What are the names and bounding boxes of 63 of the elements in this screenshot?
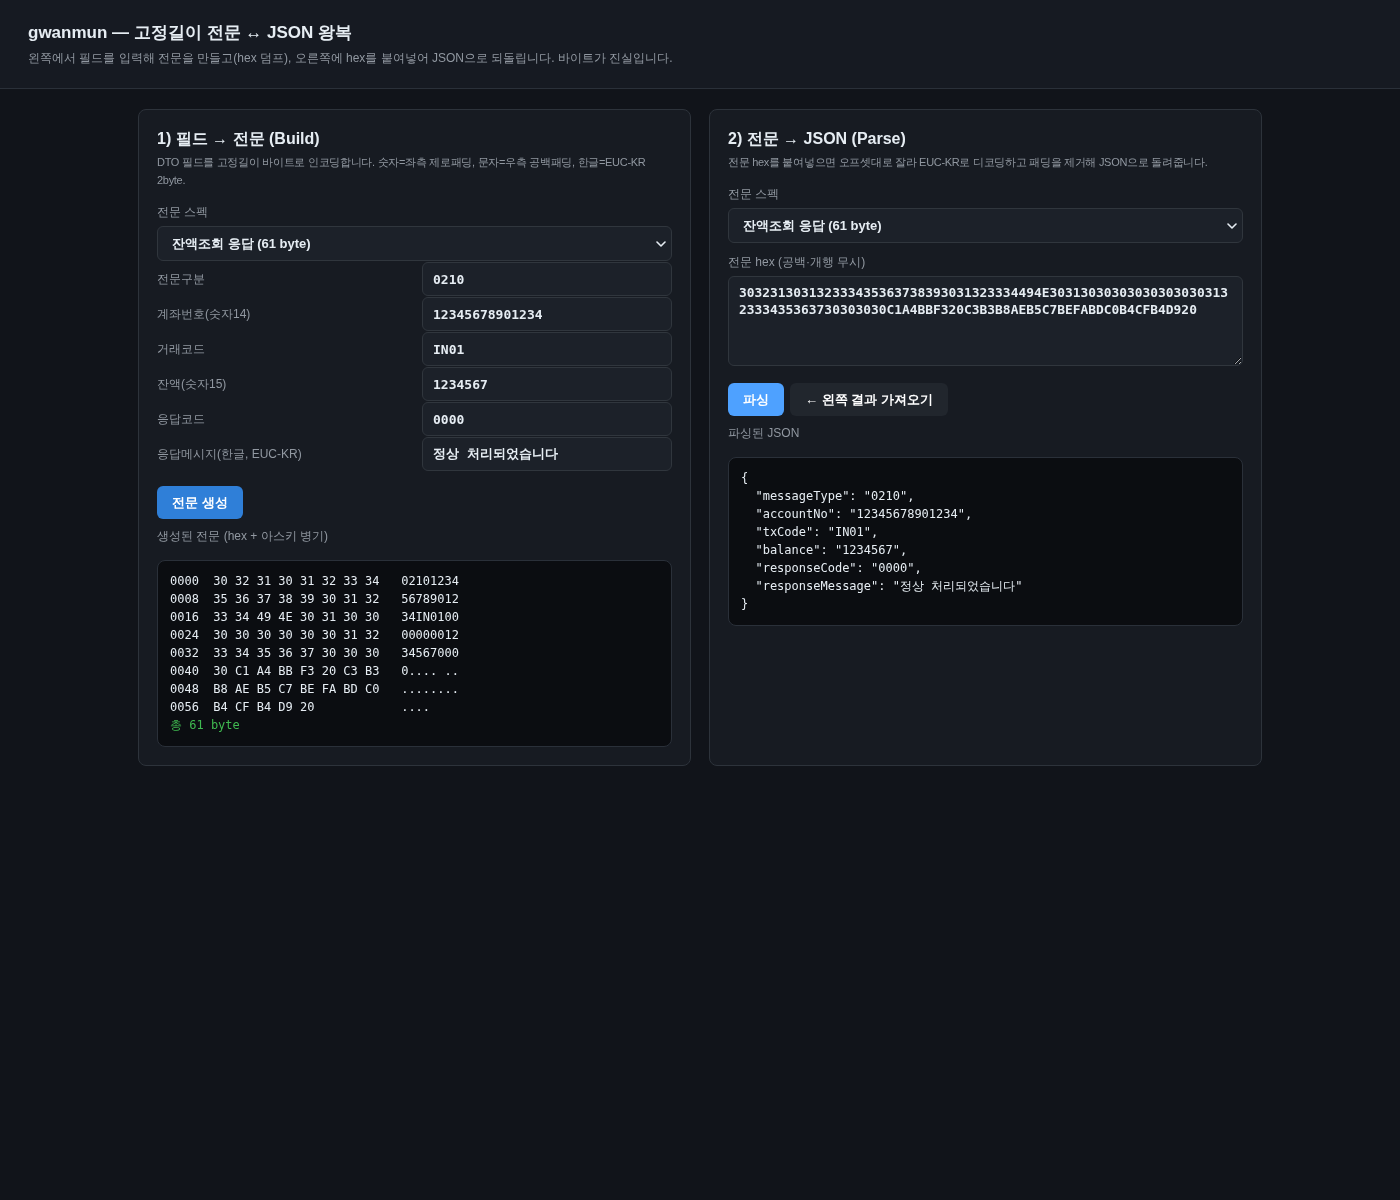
ascii-text: ....: [401, 699, 431, 716]
json-line: "balance": "1234567",: [754, 543, 908, 557]
hex-offset: 0040: [170, 663, 199, 680]
spec-label: 전문 스펙: [157, 204, 209, 220]
hex-bytes: 33 34 49 4E 30 31 30 30: [213, 609, 380, 626]
field-input[interactable]: 0000: [422, 402, 672, 436]
hex-bytes: 35 36 37 38 39 30 31 32: [213, 591, 380, 608]
chevron-down-icon: [1227, 223, 1237, 229]
app-title: gwanmun — 고정길이 전문 ↔ JSON 왕복: [28, 22, 353, 44]
hex-bytes: 30 C1 A4 BB F3 20 C3 B3: [213, 663, 380, 680]
hex-bytes: 30 32 31 30 31 32 33 34: [213, 573, 380, 590]
field-label: 응답메시지(한글, EUC-KR): [157, 446, 302, 462]
field-label: 전문구분: [157, 271, 205, 287]
ascii-text: 56789012: [401, 591, 459, 608]
field-input[interactable]: 1234567: [422, 367, 672, 401]
output-label: 생성된 전문 (hex + 아스키 병기): [157, 528, 329, 544]
field-label: 계좌번호(숫자14): [157, 306, 251, 322]
field-input[interactable]: 0210: [422, 262, 672, 296]
json-line: "txCode": "IN01",: [754, 525, 879, 539]
hex-offset: 0024: [170, 627, 199, 644]
spec-label: 전문 스펙: [728, 186, 780, 202]
generate-button[interactable]: 전문 생성: [157, 486, 243, 519]
json-line: "responseMessage": "정상 처리되었습니다": [754, 579, 1023, 593]
json-line: "messageType": "0210",: [754, 489, 915, 503]
field-input[interactable]: IN01: [422, 332, 672, 366]
ascii-text: 00000012: [401, 627, 459, 644]
hex-offset: 0000: [170, 573, 199, 590]
field-label: 거래코드: [157, 341, 205, 357]
hex-offset: 0048: [170, 681, 199, 698]
ascii-text: 34567000: [401, 645, 459, 662]
json-line: }: [741, 597, 749, 611]
field-input[interactable]: 12345678901234: [422, 297, 672, 331]
hex-bytes: 30 30 30 30 30 30 31 32: [213, 627, 380, 644]
ascii-text: 0.... ..: [401, 663, 459, 680]
output-label: 파싱된 JSON: [728, 425, 800, 441]
hex-bytes: B4 CF B4 D9 20: [213, 699, 316, 716]
panel-title: 1) 필드 → 전문 (Build): [157, 129, 321, 149]
json-line: "responseCode": "0000",: [754, 561, 922, 575]
chevron-down-icon: [656, 241, 666, 247]
hex-offset: 0008: [170, 591, 199, 608]
hex-offset: 0016: [170, 609, 199, 626]
hex-input-label: 전문 hex (공백·개행 무시): [728, 254, 866, 270]
json-line: "accountNo": "12345678901234",: [754, 507, 973, 521]
ascii-text: 02101234: [401, 573, 459, 590]
spec-select[interactable]: 잔액조회 응답 (61 byte): [157, 226, 672, 261]
field-label: 응답코드: [157, 411, 205, 427]
hex-bytes: B8 AE B5 C7 BE FA BD C0: [213, 681, 380, 698]
hex-offset: 0056: [170, 699, 199, 716]
hex-input-field[interactable]: 303231303132333435363738393031323334494E303130303030303030303132333435363730303030C1A4BBF320C3B3B8AEB5C7BEFABDC0B4CFB4D920: [728, 276, 1243, 366]
hex-offset: 0032: [170, 645, 199, 662]
field-input[interactable]: 정상 처리되었습니다: [422, 437, 672, 471]
ascii-text: 34IN0100: [401, 609, 459, 626]
ascii-text: ........: [401, 681, 459, 698]
byte-total: 총 61 byte: [170, 718, 240, 732]
app-subtitle: 왼쪽에서 필드를 입력해 전문을 만들고(hex 덤프), 오른쪽에 hex를 붙여넣어 JSON으로 되돌립니다. 바이트가 진실입니다.: [28, 50, 674, 67]
spec-select[interactable]: 잔액조회 응답 (61 byte): [728, 208, 1243, 243]
panel-description: 전문 hex를 붙여넣으면 오프셋대로 잘라 EUC-KR로 디코딩하고 패딩을 제거해 JSON으로 돌려줍니다.: [728, 155, 1209, 170]
panel-description: DTO 필드를 고정길이 바이트로 인코딩합니다. 숫자=좌측 제로패딩, 문자=우측 공백패딩, 한글=EUC-KR 2byte.: [157, 155, 647, 188]
import-button[interactable]: ← 왼쪽 결과 가져오기: [790, 383, 948, 416]
field-label: 잔액(숫자15): [157, 376, 227, 392]
panel-title: 2) 전문 → JSON (Parse): [728, 129, 907, 149]
hex-bytes: 33 34 35 36 37 30 30 30: [213, 645, 380, 662]
json-line: {: [741, 471, 749, 485]
